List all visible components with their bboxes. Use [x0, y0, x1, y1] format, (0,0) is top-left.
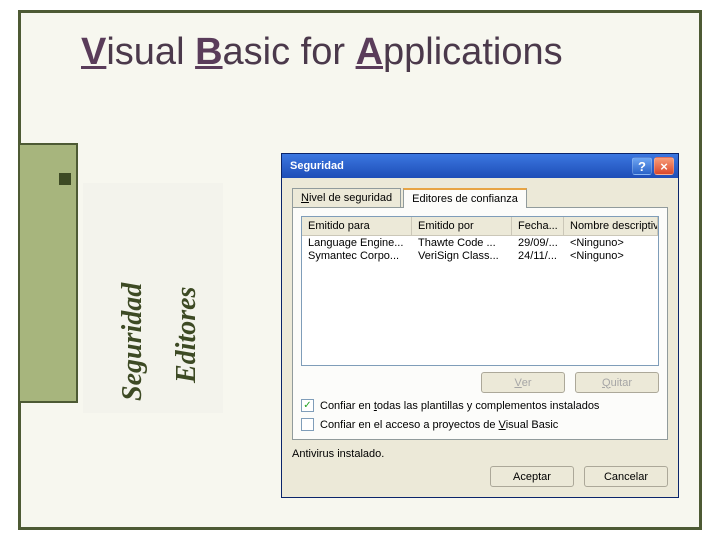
tab-strip: Nivel de seguridad Editores de confianza: [292, 186, 668, 208]
vertical-labels: Seguridad Editores: [83, 183, 223, 413]
tab-nivel-seguridad[interactable]: Nivel de seguridad: [292, 188, 401, 207]
col-emitido-para[interactable]: Emitido para: [302, 217, 412, 235]
col-fecha[interactable]: Fecha...: [512, 217, 564, 235]
label-editores: Editores: [171, 287, 203, 383]
publishers-listview[interactable]: Emitido para Emitido por Fecha... Nombre…: [301, 216, 659, 366]
col-nombre[interactable]: Nombre descriptivo: [564, 217, 658, 235]
cancel-button[interactable]: Cancelar: [584, 466, 668, 487]
slide-title: Visual Basic for Applications: [81, 31, 563, 74]
accept-button[interactable]: Aceptar: [490, 466, 574, 487]
trust-templates-label: Confiar en todas las plantillas y comple…: [320, 400, 599, 412]
bullet-square: [59, 173, 71, 185]
security-dialog: Seguridad ? × Nivel de seguridad Editore…: [281, 153, 679, 498]
trust-vb-access-checkbox[interactable]: [301, 418, 314, 431]
view-button[interactable]: Ver: [481, 372, 565, 393]
close-button[interactable]: ×: [654, 157, 674, 175]
list-row[interactable]: Language Engine... Thawte Code ... 29/09…: [302, 236, 658, 249]
tab-editores-confianza[interactable]: Editores de confianza: [403, 188, 527, 208]
help-button[interactable]: ?: [632, 157, 652, 175]
dialog-title: Seguridad: [290, 160, 344, 172]
list-row[interactable]: Symantec Corpo... VeriSign Class... 24/1…: [302, 249, 658, 262]
label-seguridad: Seguridad: [117, 283, 149, 401]
remove-button[interactable]: Quitar: [575, 372, 659, 393]
status-text: Antivirus instalado.: [292, 448, 668, 460]
col-emitido-por[interactable]: Emitido por: [412, 217, 512, 235]
trust-vb-access-label: Confiar en el acceso a proyectos de Visu…: [320, 419, 558, 431]
dialog-titlebar[interactable]: Seguridad ? ×: [282, 154, 678, 178]
trust-templates-checkbox[interactable]: ✓: [301, 399, 314, 412]
